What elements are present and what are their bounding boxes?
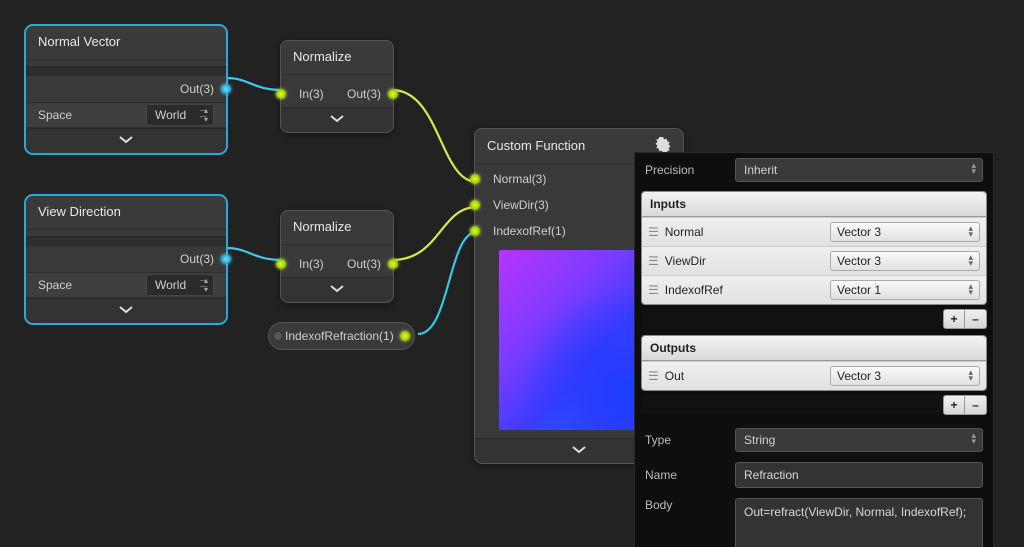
gear-icon[interactable] (655, 137, 671, 153)
node-title-text: Normal Vector (38, 34, 120, 49)
chevron-down-icon (330, 284, 344, 294)
remove-input-button[interactable]: – (965, 309, 987, 329)
port-in-dot[interactable] (276, 89, 286, 99)
drag-handle-icon[interactable]: ☰ (648, 369, 657, 383)
node-view-direction[interactable]: View Direction Out(3) Space World▴▾ (25, 195, 227, 324)
collapse-toggle[interactable] (281, 107, 393, 132)
input-row[interactable]: ☰ ViewDir Vector 3▴▾ (642, 246, 986, 275)
inspector-panel: Precision Inherit▴▾ Inputs ☰ Normal Vector… (634, 152, 994, 547)
port-in-label: ViewDir(3) (493, 198, 549, 212)
port-out-label: Out(3) (347, 87, 381, 101)
collapse-toggle[interactable] (26, 128, 226, 153)
port-out-dot[interactable] (221, 84, 231, 94)
port-in-dot[interactable] (470, 226, 480, 236)
port-in-dot[interactable] (470, 200, 480, 210)
add-input-button[interactable]: + (943, 309, 965, 329)
drag-handle-icon[interactable]: ☰ (648, 225, 657, 239)
drag-handle-icon[interactable]: ☰ (648, 283, 657, 297)
node-title-text: View Direction (38, 204, 121, 219)
outputs-header: Outputs (642, 336, 986, 361)
port-out-dot[interactable] (388, 259, 398, 269)
drag-handle-icon[interactable]: ☰ (648, 254, 657, 268)
node-normalize-1[interactable]: Normalize In(3) Out(3) (280, 40, 394, 133)
input-row[interactable]: ☰ IndexofRef Vector 1▴▾ (642, 275, 986, 304)
precision-label: Precision (645, 163, 725, 177)
inputs-section: Inputs ☰ Normal Vector 3▴▾ ☰ ViewDir Vector 3… (641, 191, 987, 305)
collapse-toggle[interactable] (281, 277, 393, 302)
port-out-dot[interactable] (400, 331, 410, 341)
outputs-section: Outputs ☰ Out Vector 3▴▾ (641, 335, 987, 391)
collapse-toggle[interactable] (26, 298, 226, 323)
input-name: Normal (663, 225, 824, 239)
node-title-text: Normalize (293, 49, 352, 64)
input-type-dropdown[interactable]: Vector 3▴▾ (830, 222, 980, 242)
port-out-label: Out(3) (347, 257, 381, 271)
port-in-dot[interactable] (470, 174, 480, 184)
body-label: Body (645, 498, 725, 512)
output-row[interactable]: ☰ Out Vector 3▴▾ (642, 361, 986, 390)
node-normalize-2[interactable]: Normalize In(3) Out(3) (280, 210, 394, 303)
port-in-dot[interactable] (273, 331, 283, 341)
port-out-label: Out(3) (180, 252, 214, 266)
chip-label: IndexofRefraction(1) (285, 329, 394, 343)
property-label: Space (38, 278, 72, 292)
add-output-button[interactable]: + (943, 395, 965, 415)
name-label: Name (645, 468, 725, 482)
port-in-label: IndexofRef(1) (493, 224, 566, 238)
node-title[interactable]: Normalize (281, 211, 393, 245)
port-in-dot[interactable] (276, 259, 286, 269)
space-dropdown[interactable]: World▴▾ (146, 104, 214, 126)
node-title[interactable]: View Direction (26, 196, 226, 230)
port-in-label: In(3) (299, 257, 324, 271)
output-name: Out (663, 369, 824, 383)
port-in-label: In(3) (299, 87, 324, 101)
remove-output-button[interactable]: – (965, 395, 987, 415)
node-title[interactable]: Normalize (281, 41, 393, 75)
type-label: Type (645, 433, 725, 447)
node-normal-vector[interactable]: Normal Vector Out(3) Space World▴▾ (25, 25, 227, 154)
precision-dropdown[interactable]: Inherit▴▾ (735, 158, 983, 182)
input-row[interactable]: ☰ Normal Vector 3▴▾ (642, 217, 986, 246)
output-type-dropdown[interactable]: Vector 3▴▾ (830, 366, 980, 386)
input-type-dropdown[interactable]: Vector 1▴▾ (830, 280, 980, 300)
name-input[interactable]: Refraction (735, 462, 983, 488)
chevron-down-icon (119, 305, 133, 315)
port-in-label: Normal(3) (493, 172, 546, 186)
type-dropdown[interactable]: String▴▾ (735, 428, 983, 452)
property-label: Space (38, 108, 72, 122)
property-chip-index-of-refraction[interactable]: IndexofRefraction(1) (268, 322, 415, 350)
input-type-dropdown[interactable]: Vector 3▴▾ (830, 251, 980, 271)
node-title-text: Custom Function (487, 138, 585, 153)
node-title-text: Normalize (293, 219, 352, 234)
inputs-header: Inputs (642, 192, 986, 217)
chevron-down-icon (330, 114, 344, 124)
input-name: ViewDir (663, 254, 824, 268)
space-dropdown[interactable]: World▴▾ (146, 274, 214, 296)
port-out-dot[interactable] (388, 89, 398, 99)
port-out-dot[interactable] (221, 254, 231, 264)
chevron-down-icon (572, 445, 586, 455)
node-title[interactable]: Normal Vector (26, 26, 226, 60)
body-textarea[interactable]: Out=refract(ViewDir, Normal, IndexofRef)… (735, 498, 983, 547)
input-name: IndexofRef (663, 283, 824, 297)
chevron-down-icon (119, 135, 133, 145)
port-out-label: Out(3) (180, 82, 214, 96)
